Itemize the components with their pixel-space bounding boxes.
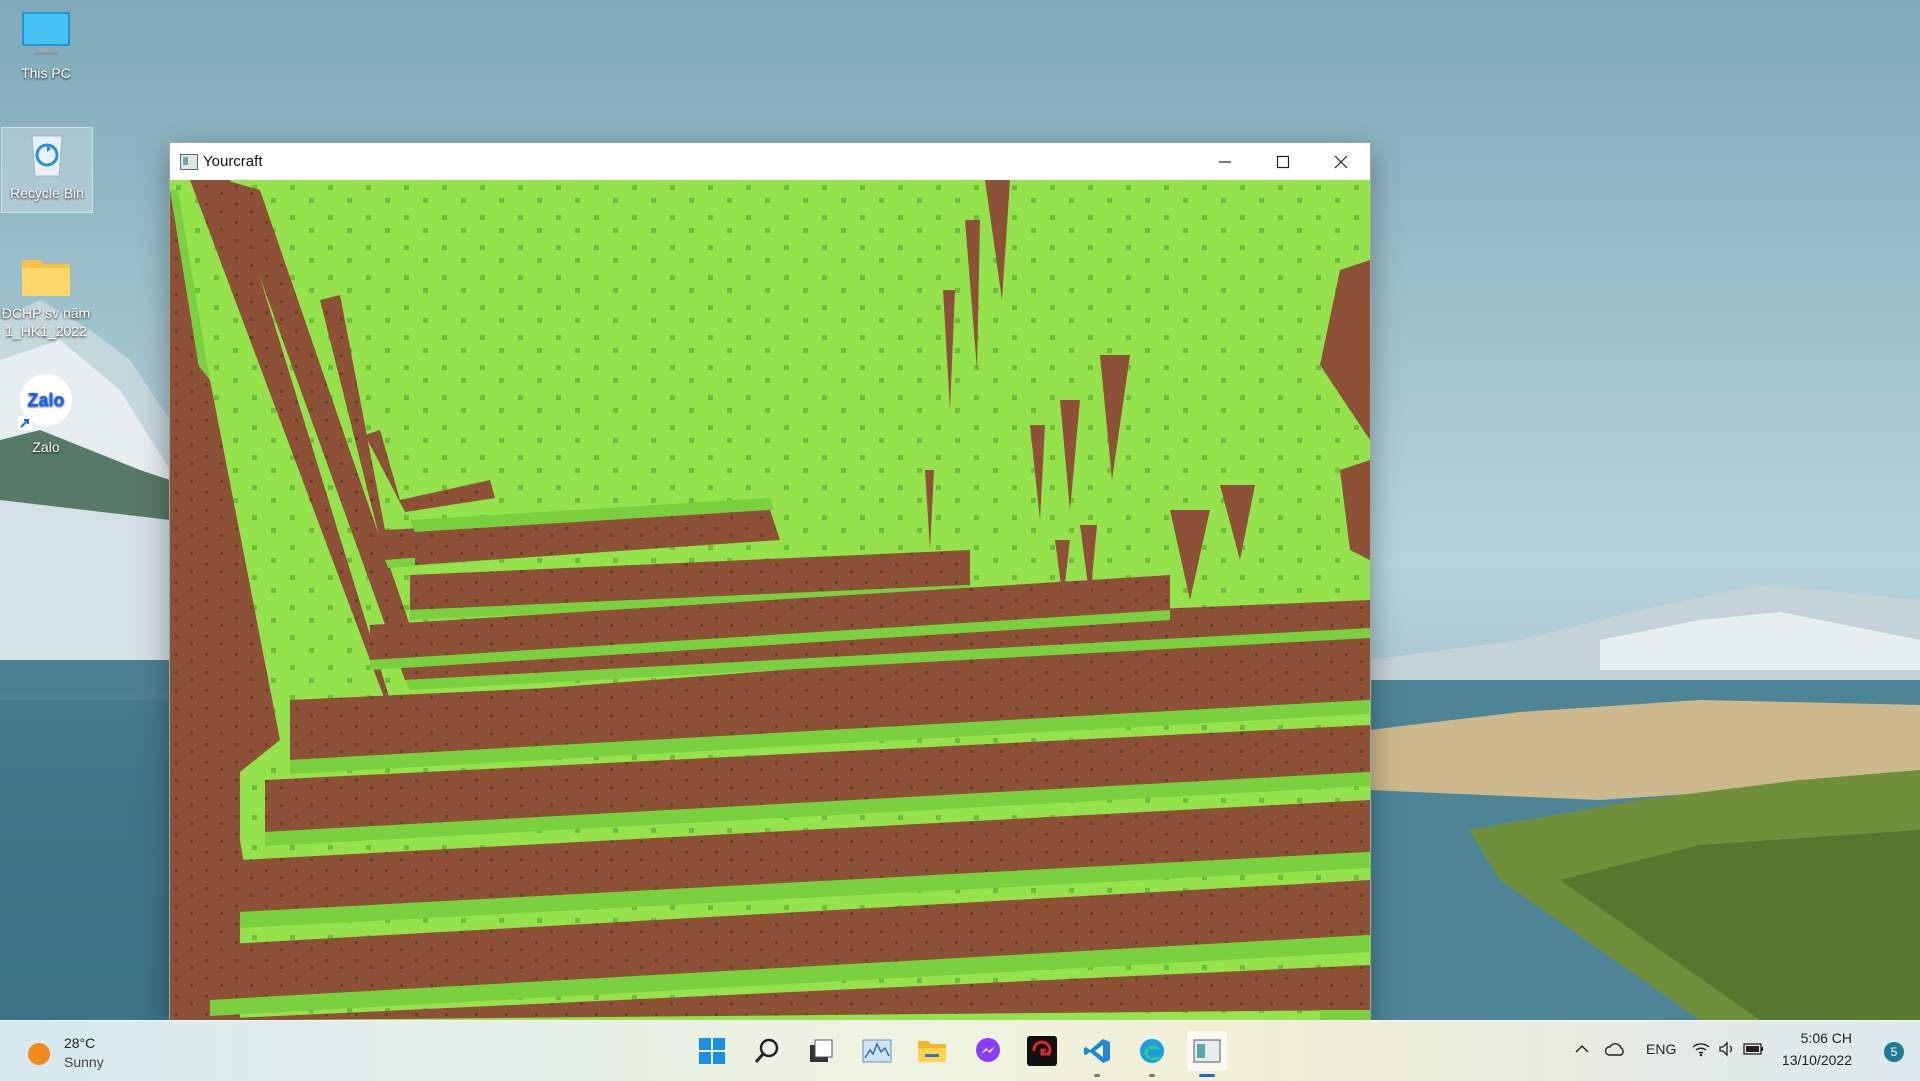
cloud-sync-icon[interactable] <box>1604 1041 1626 1062</box>
desktop-icon-folder[interactable]: ĐCHP sv năm 1_HK1_2022 <box>0 254 92 340</box>
vscode-icon <box>1084 1039 1110 1063</box>
resource-monitor-button[interactable] <box>857 1031 897 1071</box>
maximize-button[interactable] <box>1254 143 1312 180</box>
app-window: Yourcraft <box>169 142 1371 1022</box>
volume-icon[interactable] <box>1718 1041 1736 1060</box>
task-view-icon <box>810 1039 833 1062</box>
app-window-icon <box>1193 1039 1221 1063</box>
running-indicator <box>1149 1074 1155 1077</box>
clock-time[interactable]: 5:06 CH <box>1801 1030 1852 1046</box>
voxel-terrain-render <box>170 180 1370 1021</box>
minimize-button[interactable] <box>1196 143 1254 180</box>
edge-icon <box>1140 1039 1164 1063</box>
running-indicator <box>1199 1074 1215 1077</box>
messenger-button[interactable] <box>968 1031 1008 1071</box>
start-button[interactable] <box>692 1031 732 1071</box>
yourcraft-button[interactable] <box>1187 1031 1227 1077</box>
sun-icon <box>28 1043 50 1065</box>
recycle-bin-icon <box>31 135 63 177</box>
messenger-icon <box>976 1038 1000 1062</box>
app-window-icon <box>180 154 198 170</box>
close-button[interactable] <box>1312 143 1370 180</box>
desktop-icon-label: Recycle Bin <box>10 185 84 201</box>
search-icon <box>754 1038 779 1063</box>
vscode-button[interactable] <box>1077 1031 1117 1077</box>
desktop-icon-this-pc[interactable]: This PC <box>0 8 92 82</box>
edge-button[interactable] <box>1132 1031 1172 1077</box>
running-indicator <box>1094 1074 1100 1077</box>
close-icon <box>1334 155 1348 168</box>
notification-badge[interactable]: 5 <box>1884 1042 1904 1062</box>
system-tray: ENG 5:06 CH 13/10/2022 5 <box>1560 1021 1920 1081</box>
desktop-icon-recycle-bin[interactable]: Recycle Bin <box>1 127 93 213</box>
task-view-button[interactable] <box>801 1031 841 1071</box>
title-bar[interactable]: Yourcraft <box>170 143 1370 180</box>
desktop-icon-label: ĐCHP sv năm 1_HK1_2022 <box>1 305 91 339</box>
folder-icon <box>22 260 70 296</box>
minimize-icon <box>1219 160 1231 163</box>
garena-button[interactable] <box>1022 1031 1062 1071</box>
desktop-icon-zalo[interactable]: Zalo Zalo <box>0 372 92 456</box>
weather-temperature: 28°C <box>64 1035 96 1051</box>
game-viewport[interactable] <box>170 180 1370 1021</box>
taskbar: 28°C Sunny ENG 5:06 CH 13/10/2022 5 <box>0 1020 1920 1081</box>
battery-icon[interactable] <box>1743 1041 1765 1060</box>
search-button[interactable] <box>747 1031 787 1071</box>
wifi-icon[interactable] <box>1691 1041 1711 1060</box>
chart-icon <box>862 1039 892 1063</box>
chevron-up-icon[interactable] <box>1574 1041 1590 1060</box>
folder-icon <box>918 1041 946 1062</box>
clock-date[interactable]: 13/10/2022 <box>1782 1052 1852 1068</box>
weather-condition: Sunny <box>64 1054 104 1070</box>
desktop-icon-label: Zalo <box>32 439 60 455</box>
desktop-icon-label: This PC <box>21 65 71 81</box>
language-indicator[interactable]: ENG <box>1646 1041 1676 1057</box>
windows-logo-icon <box>699 1038 725 1064</box>
file-explorer-button[interactable] <box>912 1031 952 1071</box>
zalo-icon: Zalo <box>18 374 72 430</box>
monitor-icon <box>22 12 70 55</box>
window-title: Yourcraft <box>203 153 263 170</box>
svg-text:Zalo: Zalo <box>27 390 64 410</box>
maximize-icon <box>1276 155 1290 168</box>
garena-icon <box>1027 1036 1057 1066</box>
